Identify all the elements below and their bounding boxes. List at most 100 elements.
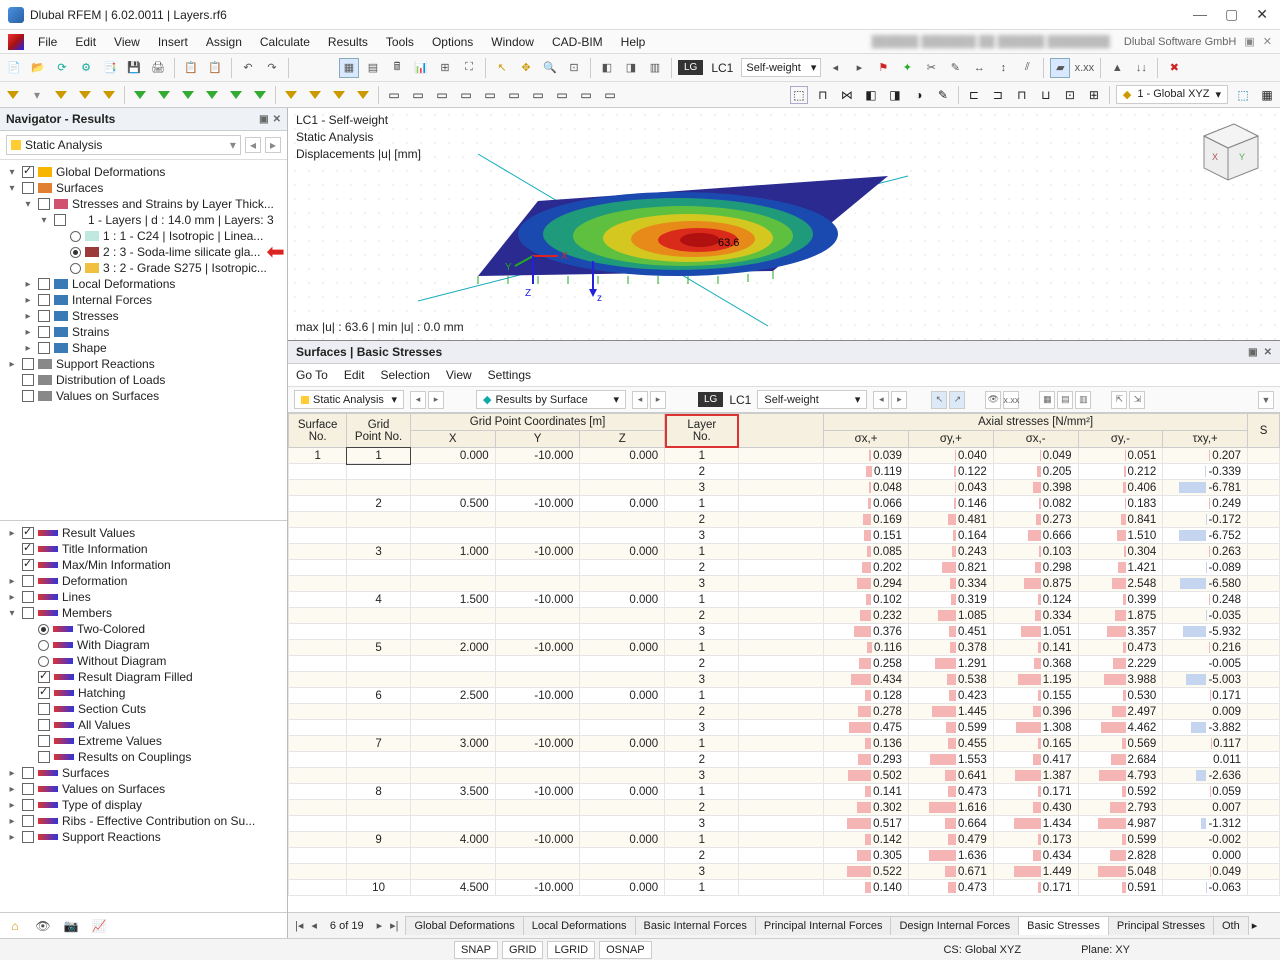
table-row[interactable]: 30.3760.4511.0513.357-5.932 bbox=[289, 624, 1280, 640]
tree-node[interactable]: ▸Lines bbox=[2, 589, 285, 605]
tree-node[interactable]: ▾Global Deformations bbox=[2, 164, 285, 180]
pin-icon[interactable]: ▣ bbox=[259, 114, 268, 125]
tree-node[interactable]: ▸Stresses bbox=[2, 308, 285, 324]
display-tree[interactable]: ▸Result ValuesTitle InformationMax/Min I… bbox=[0, 521, 287, 912]
table-row[interactable]: 20.3021.6160.4302.7930.007 bbox=[289, 800, 1280, 816]
nav-prev-icon[interactable]: ◂ bbox=[245, 137, 261, 153]
undo-icon[interactable]: ↶ bbox=[238, 58, 258, 78]
t2-icon[interactable]: ▭ bbox=[433, 86, 451, 104]
tree-node[interactable]: Max/Min Information bbox=[2, 557, 285, 573]
tree-node[interactable]: ▸Deformation bbox=[2, 573, 285, 589]
tree-node[interactable]: Values on Surfaces bbox=[2, 388, 285, 404]
paste-icon[interactable]: 📋 bbox=[205, 58, 225, 78]
view-mode-icon[interactable]: ▦ bbox=[339, 58, 359, 78]
t2-icon[interactable]: ▭ bbox=[529, 86, 547, 104]
table-row[interactable]: 20.3051.6360.4342.8280.000 bbox=[289, 848, 1280, 864]
t2-icon[interactable] bbox=[4, 86, 22, 104]
loadcase-select[interactable]: Self-weight▾ bbox=[741, 58, 821, 77]
tree-node[interactable]: With Diagram bbox=[2, 637, 285, 653]
t2-icon[interactable]: ▭ bbox=[409, 86, 427, 104]
table-row[interactable]: 31.000-10.0000.00010.0850.2430.1030.3040… bbox=[289, 544, 1280, 560]
tree-node[interactable]: Section Cuts bbox=[2, 701, 285, 717]
grid-icon[interactable]: ▤ bbox=[363, 58, 383, 78]
t2-icon[interactable] bbox=[203, 86, 221, 104]
table-row[interactable]: 30.4750.5991.3084.462-3.882 bbox=[289, 720, 1280, 736]
dim2-icon[interactable]: ↕ bbox=[993, 58, 1013, 78]
tree-node[interactable]: ▸Type of display bbox=[2, 797, 285, 813]
t2-icon[interactable]: ▭ bbox=[505, 86, 523, 104]
t2-icon[interactable] bbox=[52, 86, 70, 104]
dim-icon[interactable]: ↔ bbox=[969, 58, 989, 78]
table-row[interactable]: 30.0480.0430.3980.406-6.781 bbox=[289, 480, 1280, 496]
t2-icon[interactable] bbox=[227, 86, 245, 104]
table-row[interactable]: 41.500-10.0000.00010.1020.3190.1240.3990… bbox=[289, 592, 1280, 608]
table-row[interactable]: 110.000-10.0000.00010.0390.0400.0490.051… bbox=[289, 448, 1280, 464]
tool-icon[interactable]: ↗ bbox=[949, 391, 965, 409]
results-tab[interactable]: Global Deformations bbox=[405, 916, 523, 935]
results-menu-item[interactable]: Edit bbox=[344, 368, 365, 382]
close-panel-icon[interactable]: ✕ bbox=[273, 114, 281, 125]
close-results-icon[interactable]: ✕ bbox=[1264, 347, 1272, 358]
minimize-button[interactable]: — bbox=[1193, 6, 1207, 23]
menu-item[interactable]: Results bbox=[320, 33, 376, 51]
t2-icon[interactable]: ⊞ bbox=[1085, 86, 1103, 104]
label-icon[interactable]: x.xx bbox=[1074, 58, 1094, 78]
t2-icon[interactable]: ▭ bbox=[577, 86, 595, 104]
export-icon[interactable]: ⇱ bbox=[1111, 391, 1127, 409]
table-row[interactable]: 62.500-10.0000.00010.1280.4230.1550.5300… bbox=[289, 688, 1280, 704]
t2-icon[interactable]: ⊓ bbox=[814, 86, 832, 104]
support-icon[interactable]: ▲ bbox=[1107, 58, 1127, 78]
t2-icon[interactable] bbox=[306, 86, 324, 104]
table-row[interactable]: 30.5020.6411.3874.793-2.636 bbox=[289, 768, 1280, 784]
t2-icon[interactable]: ◑ bbox=[910, 86, 928, 104]
view-front-icon[interactable]: ◨ bbox=[621, 58, 641, 78]
menu-item[interactable]: Help bbox=[613, 33, 654, 51]
table-icon[interactable]: ⊞ bbox=[435, 58, 455, 78]
camera-icon[interactable]: 📷 bbox=[62, 917, 80, 935]
tree-node[interactable]: Without Diagram bbox=[2, 653, 285, 669]
menu-item[interactable]: Tools bbox=[378, 33, 422, 51]
export2-icon[interactable]: ⇲ bbox=[1129, 391, 1145, 409]
maximize-button[interactable]: ▢ bbox=[1225, 6, 1238, 23]
pan-icon[interactable]: ✥ bbox=[516, 58, 536, 78]
table-row[interactable]: 30.2940.3340.8752.548-6.580 bbox=[289, 576, 1280, 592]
t2-icon[interactable]: ⊏ bbox=[965, 86, 983, 104]
table-row[interactable]: 20.2581.2910.3682.229-0.005 bbox=[289, 656, 1280, 672]
results-tab[interactable]: Basic Internal Forces bbox=[635, 916, 756, 935]
t2-icon[interactable]: ⊐ bbox=[989, 86, 1007, 104]
table-row[interactable]: 20.2321.0850.3341.875-0.035 bbox=[289, 608, 1280, 624]
table-row[interactable]: 94.000-10.0000.00010.1420.4790.1730.599-… bbox=[289, 832, 1280, 848]
home-icon[interactable]: ⌂ bbox=[6, 917, 24, 935]
next-icon[interactable]: ▸ bbox=[650, 391, 666, 409]
menu-item[interactable]: Window bbox=[483, 33, 542, 51]
tree-node[interactable]: Result Diagram Filled bbox=[2, 669, 285, 685]
settings-icon[interactable]: ⚙ bbox=[76, 58, 96, 78]
flag-icon[interactable]: ⚑ bbox=[873, 58, 893, 78]
t2-icon[interactable]: ⊔ bbox=[1037, 86, 1055, 104]
t2-icon[interactable]: ⬚ bbox=[1234, 86, 1252, 104]
lgrid-toggle[interactable]: LGRID bbox=[547, 941, 595, 959]
t2-icon[interactable]: ▭ bbox=[553, 86, 571, 104]
t2-icon[interactable] bbox=[100, 86, 118, 104]
tree-node[interactable]: ▸Surfaces bbox=[2, 765, 285, 781]
open-icon[interactable]: 📂 bbox=[28, 58, 48, 78]
nav-next-icon[interactable]: ▸ bbox=[849, 58, 869, 78]
chart-icon[interactable]: 📈 bbox=[90, 917, 108, 935]
analysis-select[interactable]: Static Analysis▾ bbox=[6, 135, 241, 155]
nav-prev-icon[interactable]: ◂ bbox=[825, 58, 845, 78]
table-row[interactable]: 20.1690.4810.2730.841-0.172 bbox=[289, 512, 1280, 528]
tree-node[interactable]: ▸Strains bbox=[2, 324, 285, 340]
tree-node[interactable]: Hatching bbox=[2, 685, 285, 701]
chart-icon[interactable]: 📊 bbox=[411, 58, 431, 78]
osnap-toggle[interactable]: OSNAP bbox=[599, 941, 652, 959]
menu-item[interactable]: Edit bbox=[67, 33, 104, 51]
xxx-icon[interactable]: x.xx bbox=[1003, 391, 1019, 409]
last-icon[interactable]: ▸| bbox=[387, 919, 401, 932]
fx-icon[interactable]: ✖ bbox=[1164, 58, 1184, 78]
t2-icon[interactable]: ✎ bbox=[934, 86, 952, 104]
tree-node[interactable]: ▾Surfaces bbox=[2, 180, 285, 196]
table-row[interactable]: 20.2931.5530.4172.6840.011 bbox=[289, 752, 1280, 768]
nav-next-icon[interactable]: ▸ bbox=[265, 137, 281, 153]
results-tree[interactable]: ▾Global Deformations▾Surfaces▾Stresses a… bbox=[0, 160, 287, 520]
table-row[interactable]: 104.500-10.0000.00010.1400.4730.1710.591… bbox=[289, 880, 1280, 896]
